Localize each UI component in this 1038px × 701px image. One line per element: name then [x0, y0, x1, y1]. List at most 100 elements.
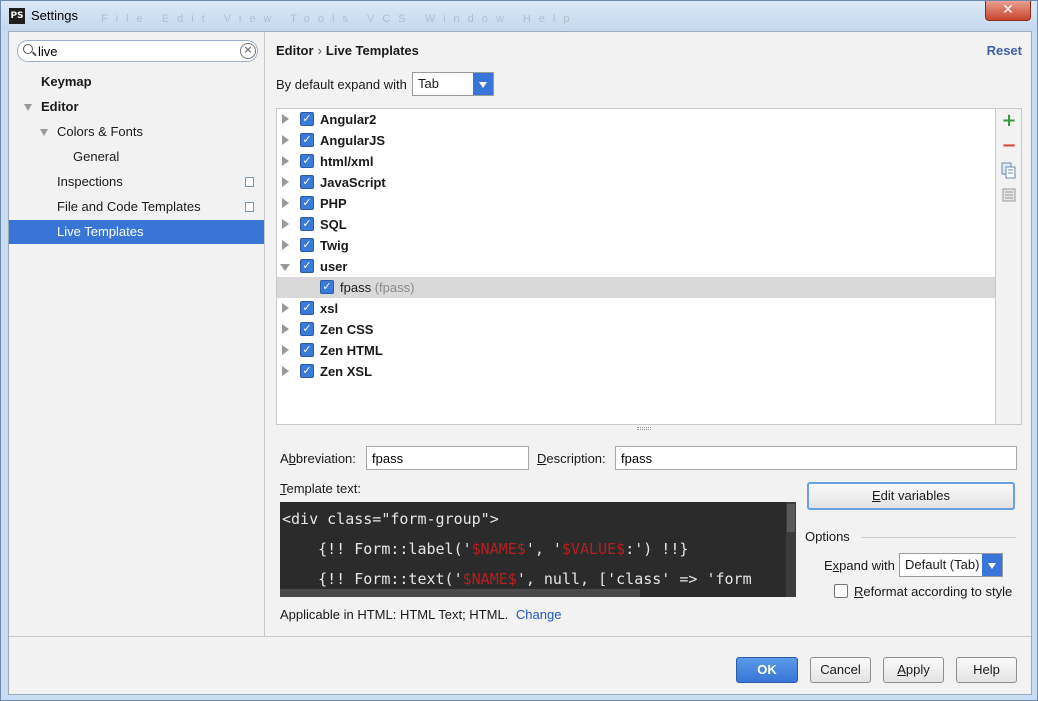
expand-arrow-icon[interactable] [282, 219, 289, 229]
remove-icon[interactable]: − [1000, 137, 1018, 155]
phpstorm-app-icon: PS [9, 8, 25, 24]
dialog-content: × Keymap Editor Colors & Fonts General I… [8, 31, 1032, 695]
description-field[interactable] [615, 446, 1017, 470]
group-checkbox[interactable]: ✓ [300, 343, 314, 357]
edit-variables-button[interactable]: Edit variables [807, 482, 1015, 510]
apply-label: pply [905, 662, 930, 677]
tree-row-label: PHP [320, 196, 347, 211]
tree-row-sql[interactable]: ✓ SQL [277, 214, 995, 235]
reformat-label[interactable]: Reformat according to style [854, 584, 1012, 599]
expand-arrow-icon[interactable] [282, 366, 289, 376]
tree-row-label: Twig [320, 238, 349, 253]
template-checkbox[interactable]: ✓ [320, 280, 334, 294]
tree-row-twig[interactable]: ✓ Twig [277, 235, 995, 256]
default-expand-label: By default expand with [276, 77, 407, 92]
code-text: :') !!} [625, 540, 689, 558]
splitter-handle[interactable] [637, 427, 651, 430]
group-checkbox[interactable]: ✓ [300, 154, 314, 168]
expand-arrow-icon[interactable] [282, 177, 289, 187]
title-bar: PS Settings File Edit View Tools VCS Win… [1, 1, 1037, 31]
add-icon[interactable]: + [1000, 112, 1018, 130]
abbreviation-label-part: breviation: [295, 451, 356, 466]
expand-arrow-icon[interactable] [282, 198, 289, 208]
description-label: Description: [537, 451, 606, 466]
expand-arrow-icon[interactable] [40, 129, 48, 136]
tree-row-zen-css[interactable]: ✓ Zen CSS [277, 319, 995, 340]
tree-row-user[interactable]: ✓ user [277, 256, 995, 277]
default-expand-select[interactable]: Tab [412, 72, 494, 96]
tree-row-html-xml[interactable]: ✓ html/xml [277, 151, 995, 172]
cancel-button[interactable]: Cancel [810, 657, 871, 683]
expand-arrow-icon[interactable] [282, 114, 289, 124]
search-input[interactable] [38, 43, 228, 59]
tree-row-label: xsl [320, 301, 339, 316]
tree-row-angular2[interactable]: ✓ Angular2 [277, 109, 995, 130]
apply-button[interactable]: Apply [883, 657, 944, 683]
code-text: {!! Form::text(' [282, 570, 463, 588]
collapse-arrow-icon[interactable] [280, 264, 290, 271]
search-box[interactable]: × [17, 40, 258, 62]
search-icon [23, 44, 33, 54]
close-button[interactable]: ✕ [985, 1, 1031, 21]
template-abbreviation: fpass [340, 280, 372, 295]
group-checkbox[interactable]: ✓ [300, 322, 314, 336]
expand-arrow-icon[interactable] [282, 345, 289, 355]
applicable-text: Applicable in HTML: HTML Text; HTML. [280, 607, 509, 622]
copy-icon[interactable] [1000, 162, 1018, 180]
expand-arrow-icon[interactable] [282, 324, 289, 334]
sidebar-item-editor[interactable]: Editor [9, 95, 264, 119]
sidebar-item-inspections[interactable]: Inspections [9, 170, 264, 194]
tree-row-angularjs[interactable]: ✓ AngularJS [277, 130, 995, 151]
expand-arrow-icon[interactable] [282, 135, 289, 145]
scrollbar-thumb[interactable] [787, 504, 795, 532]
group-checkbox[interactable]: ✓ [300, 133, 314, 147]
reformat-checkbox[interactable] [834, 584, 848, 598]
footer-divider [9, 636, 1031, 637]
group-checkbox[interactable]: ✓ [300, 112, 314, 126]
template-text-editor[interactable]: <div class="form-group"> {!! Form::label… [280, 502, 796, 597]
clear-search-icon[interactable]: × [240, 43, 256, 59]
sidebar-item-file-code-templates[interactable]: File and Code Templates [9, 195, 264, 219]
tree-row-label: html/xml [320, 154, 374, 169]
sidebar-item-live-templates[interactable]: Live Templates [9, 220, 264, 244]
group-checkbox[interactable]: ✓ [300, 217, 314, 231]
tree-row-php[interactable]: ✓ PHP [277, 193, 995, 214]
group-checkbox[interactable]: ✓ [300, 364, 314, 378]
default-expand-value: Tab [418, 76, 439, 91]
code-text: {!! Form::label(' [282, 540, 472, 558]
tree-row-zen-html[interactable]: ✓ Zen HTML [277, 340, 995, 361]
group-checkbox[interactable]: ✓ [300, 175, 314, 189]
restore-icon[interactable] [1000, 187, 1018, 205]
tree-row-javascript[interactable]: ✓ JavaScript [277, 172, 995, 193]
tree-row-xsl[interactable]: ✓ xsl [277, 298, 995, 319]
group-checkbox[interactable]: ✓ [300, 301, 314, 315]
reset-link[interactable]: Reset [987, 43, 1022, 58]
group-checkbox[interactable]: ✓ [300, 238, 314, 252]
live-templates-panel: Editor › Live Templates Reset By default e… [266, 32, 1032, 636]
group-checkbox[interactable]: ✓ [300, 196, 314, 210]
horizontal-scrollbar[interactable] [280, 589, 640, 597]
tree-row-label: JavaScript [320, 175, 386, 190]
expand-with-select[interactable]: Default (Tab) [899, 553, 1003, 577]
tree-row-fpass[interactable]: ✓ fpass (fpass) [277, 277, 995, 298]
expand-arrow-icon[interactable] [282, 303, 289, 313]
templates-tree[interactable]: ✓ Angular2 ✓ AngularJS ✓ html/xml ✓ Java… [276, 108, 996, 425]
sidebar-item-general[interactable]: General [9, 145, 264, 169]
tree-row-label: Zen CSS [320, 322, 374, 337]
expand-arrow-icon[interactable] [282, 240, 289, 250]
sidebar-item-keymap[interactable]: Keymap [9, 70, 264, 94]
sidebar-item-label: Editor [41, 99, 79, 114]
vertical-scrollbar[interactable] [786, 502, 796, 597]
tree-row-zen-xsl[interactable]: ✓ Zen XSL [277, 361, 995, 382]
expand-arrow-icon[interactable] [282, 156, 289, 166]
change-context-link[interactable]: Change [516, 607, 562, 622]
help-button[interactable]: Help [956, 657, 1017, 683]
code-text: ', ' [525, 540, 562, 558]
sidebar-item-colors-fonts[interactable]: Colors & Fonts [9, 120, 264, 144]
group-checkbox[interactable]: ✓ [300, 259, 314, 273]
expand-with-value: Default (Tab) [905, 557, 980, 572]
ok-button[interactable]: OK [736, 657, 798, 683]
expand-arrow-icon[interactable] [24, 104, 32, 111]
abbreviation-field[interactable] [366, 446, 529, 470]
tree-row-label: Zen XSL [320, 364, 373, 379]
